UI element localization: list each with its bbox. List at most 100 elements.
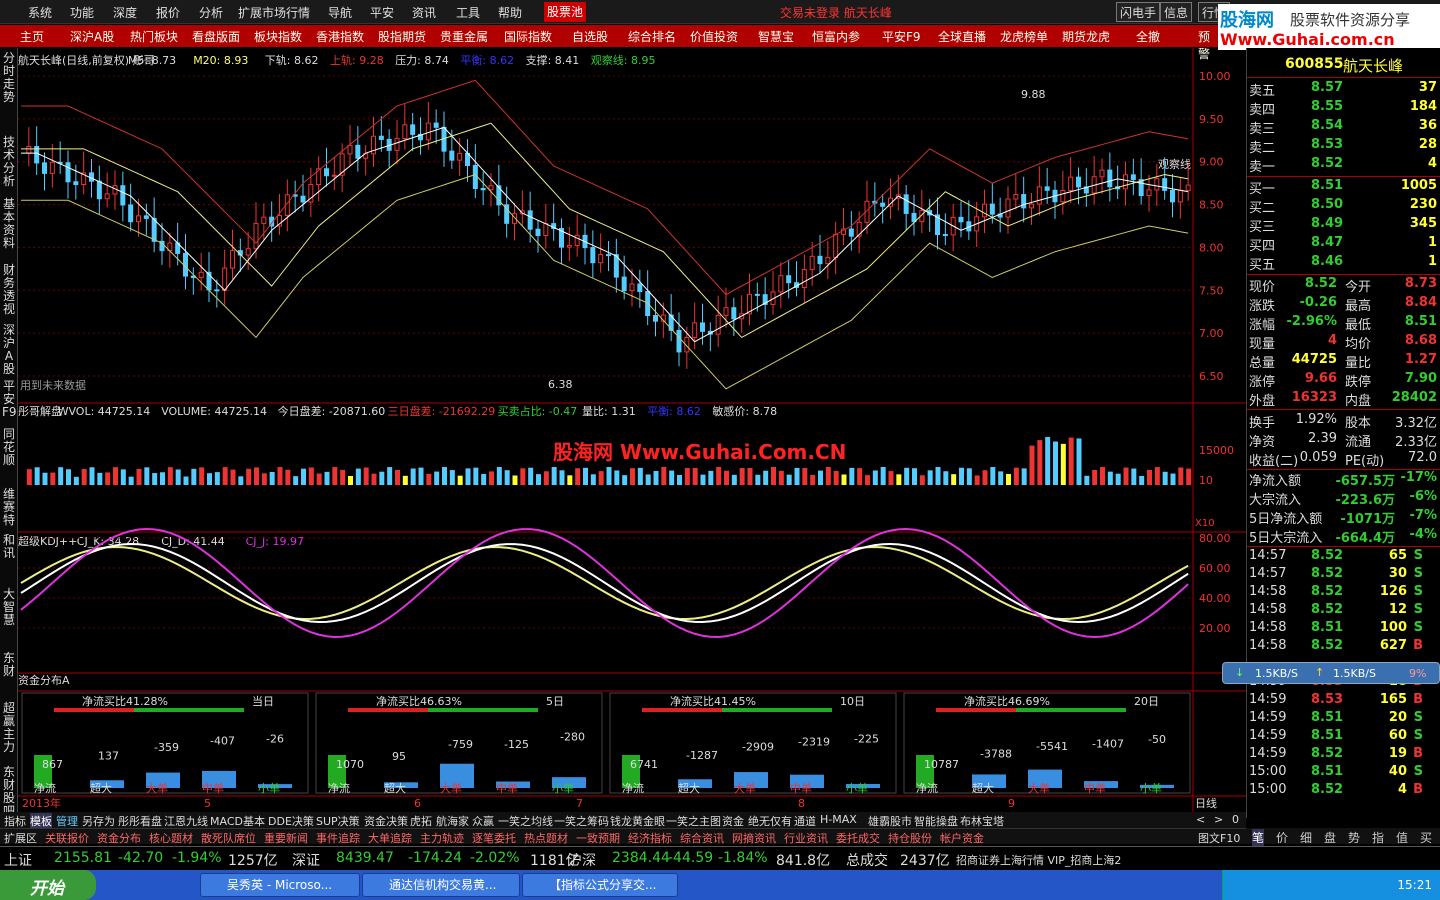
menu-item[interactable]: 分析 bbox=[199, 4, 223, 21]
tab-item[interactable]: 价值投资 bbox=[690, 28, 738, 45]
left-nav-item[interactable]: 平安F9 bbox=[2, 380, 17, 419]
indicator-tab[interactable]: 航海家 bbox=[436, 813, 469, 829]
extension-tab[interactable]: 网摘资讯 bbox=[732, 830, 776, 846]
indicator-tab[interactable]: 资金 bbox=[722, 813, 744, 829]
left-nav-item[interactable]: 同花顺 bbox=[2, 428, 16, 467]
tab-item[interactable]: 全球直播 bbox=[938, 28, 986, 45]
left-nav-item[interactable]: 大智慧 bbox=[2, 588, 16, 627]
extension-tab[interactable]: 散死队席位 bbox=[201, 830, 256, 846]
extension-tab[interactable]: 综合资讯 bbox=[680, 830, 724, 846]
indicator-tab[interactable]: MACD基本 bbox=[210, 813, 265, 829]
extension-tab[interactable]: 行业资讯 bbox=[784, 830, 828, 846]
menu-button[interactable]: 信息 bbox=[1160, 2, 1193, 22]
extension-tab[interactable]: 主力轨迹 bbox=[420, 830, 464, 846]
extension-tab[interactable]: 热点题材 bbox=[524, 830, 568, 846]
indicator-tab[interactable]: 另存为 bbox=[82, 813, 115, 829]
right-mode-tab[interactable]: 笔 bbox=[1252, 829, 1265, 846]
right-mode-tab[interactable]: 细 bbox=[1300, 829, 1312, 846]
menu-item[interactable]: 资讯 bbox=[412, 4, 436, 21]
tab-item[interactable]: 期货龙虎 bbox=[1062, 28, 1110, 45]
tab-item[interactable]: 看盘版面 bbox=[192, 28, 240, 45]
extension-tab[interactable]: 大单追踪 bbox=[368, 830, 412, 846]
indicator-tab[interactable]: 指标 bbox=[4, 813, 26, 829]
pager-button[interactable]: 0 bbox=[1232, 813, 1239, 826]
left-nav-item[interactable]: 财务透视 bbox=[2, 264, 16, 316]
tab-item[interactable]: 贵重金属 bbox=[440, 28, 488, 45]
main-chart-area[interactable]: 10.009.509.008.508.007.507.006.50航天长峰(日线… bbox=[18, 48, 1246, 818]
menu-item[interactable]: 股票池 bbox=[544, 2, 587, 22]
extension-tab[interactable]: 经济指标 bbox=[628, 830, 672, 846]
indicator-tab[interactable]: 智能操盘 bbox=[914, 813, 958, 829]
right-mode-tab[interactable]: 势 bbox=[1348, 829, 1360, 846]
left-nav-item[interactable]: 技术分析 bbox=[2, 136, 16, 188]
pager-button[interactable]: < bbox=[1196, 813, 1205, 826]
right-mode-tab[interactable]: 指 bbox=[1372, 829, 1384, 846]
menu-item[interactable]: 工具 bbox=[456, 4, 480, 21]
indicator-tab[interactable]: 彤彤看盘 bbox=[118, 813, 162, 829]
tab-item[interactable]: 智慧宝 bbox=[758, 28, 794, 45]
left-nav-item[interactable]: 基本资料 bbox=[2, 198, 16, 250]
extension-tab[interactable]: 资金分布 bbox=[97, 830, 141, 846]
f10-button[interactable]: 图文F10 bbox=[1198, 830, 1240, 846]
indicator-tab[interactable]: 一笑之均线 bbox=[498, 813, 553, 829]
tab-item[interactable]: 平安F9 bbox=[882, 28, 921, 45]
extension-tab[interactable]: 事件追踪 bbox=[316, 830, 360, 846]
indicator-tab[interactable]: 绝无仅有 bbox=[748, 813, 792, 829]
tab-item[interactable]: 主页 bbox=[20, 28, 44, 45]
tab-item[interactable]: 自选股 bbox=[572, 28, 608, 45]
menu-item[interactable]: 深度 bbox=[113, 4, 137, 21]
menu-item[interactable]: 系统 bbox=[28, 4, 52, 21]
indicator-tab[interactable]: SUP决策 bbox=[316, 813, 360, 829]
tab-item[interactable]: 龙虎榜单 bbox=[1000, 28, 1048, 45]
taskbar-window[interactable]: 【指标公式分享交... bbox=[522, 873, 678, 897]
right-mode-tab[interactable]: 盘 bbox=[1324, 829, 1336, 846]
indicator-tab[interactable]: 钱龙黄金眼 bbox=[610, 813, 665, 829]
left-nav-item[interactable]: 东财 bbox=[2, 652, 16, 678]
extension-tab[interactable]: 委托成交 bbox=[836, 830, 880, 846]
menu-item[interactable]: 扩展市场行情 bbox=[238, 4, 310, 21]
taskbar-window[interactable]: 吴秀英 - Microso... bbox=[200, 873, 360, 897]
tab-item[interactable]: 综合排名 bbox=[628, 28, 676, 45]
taskbar-window[interactable]: 通达信机构交易黄... bbox=[362, 873, 520, 897]
indicator-tab[interactable]: 虎拓 bbox=[410, 813, 432, 829]
extension-tab[interactable]: 逐笔委托 bbox=[472, 830, 516, 846]
tab-item[interactable]: 香港指数 bbox=[316, 28, 364, 45]
left-nav-item[interactable]: 分时走势 bbox=[2, 52, 16, 104]
indicator-tab[interactable]: 众赢 bbox=[472, 813, 494, 829]
tab-item[interactable]: 板块指数 bbox=[254, 28, 302, 45]
indicator-tab[interactable]: DDE决策 bbox=[268, 813, 314, 829]
left-nav-item[interactable]: 深沪A股 bbox=[2, 324, 16, 376]
extension-tab[interactable]: 帐户资金 bbox=[940, 830, 984, 846]
indicator-tab[interactable]: 管理 bbox=[56, 813, 78, 829]
extension-tab[interactable]: 扩展区 bbox=[4, 830, 37, 846]
menu-item[interactable]: 平安 bbox=[370, 4, 394, 21]
tab-item[interactable]: 深沪A股 bbox=[70, 28, 114, 45]
tab-item[interactable]: 股指期货 bbox=[378, 28, 426, 45]
left-nav-item[interactable]: 维赛特 bbox=[2, 488, 16, 527]
menu-item[interactable]: 导航 bbox=[328, 4, 352, 21]
extension-tab[interactable]: 重要新闻 bbox=[264, 830, 308, 846]
indicator-tab[interactable]: H-MAX bbox=[820, 813, 857, 826]
extension-tab[interactable]: 核心题材 bbox=[149, 830, 193, 846]
extension-tab[interactable]: 持仓股份 bbox=[888, 830, 932, 846]
right-mode-tab[interactable]: 值 bbox=[1396, 829, 1408, 846]
menu-item[interactable]: 帮助 bbox=[498, 4, 522, 21]
menu-button[interactable]: 闪电手 bbox=[1116, 2, 1161, 22]
menu-item[interactable]: 功能 bbox=[70, 4, 94, 21]
indicator-tab[interactable]: 资金决策 bbox=[364, 813, 408, 829]
left-nav-item[interactable]: 超赢主力 bbox=[2, 702, 16, 754]
indicator-tab[interactable]: 布林宝塔 bbox=[960, 813, 1004, 829]
pager-button[interactable]: > bbox=[1214, 813, 1223, 826]
right-mode-tab[interactable]: 价 bbox=[1276, 829, 1288, 846]
indicator-tab[interactable]: 模板 bbox=[30, 813, 52, 829]
tab-item[interactable]: 全撤 bbox=[1136, 28, 1160, 45]
left-nav-item[interactable]: 和讯 bbox=[2, 534, 16, 560]
right-mode-tab[interactable]: 买 bbox=[1420, 829, 1432, 846]
extension-tab[interactable]: 关联报价 bbox=[45, 830, 89, 846]
left-nav-item[interactable]: 东财股吧 bbox=[2, 766, 16, 818]
tab-item[interactable]: 恒富内参 bbox=[812, 28, 860, 45]
indicator-tab[interactable]: 一笑之筹码 bbox=[554, 813, 609, 829]
tab-item[interactable]: 国际指数 bbox=[504, 28, 552, 45]
extension-tab[interactable]: 一致预期 bbox=[576, 830, 620, 846]
indicator-tab[interactable]: 一笑之主图 bbox=[666, 813, 721, 829]
